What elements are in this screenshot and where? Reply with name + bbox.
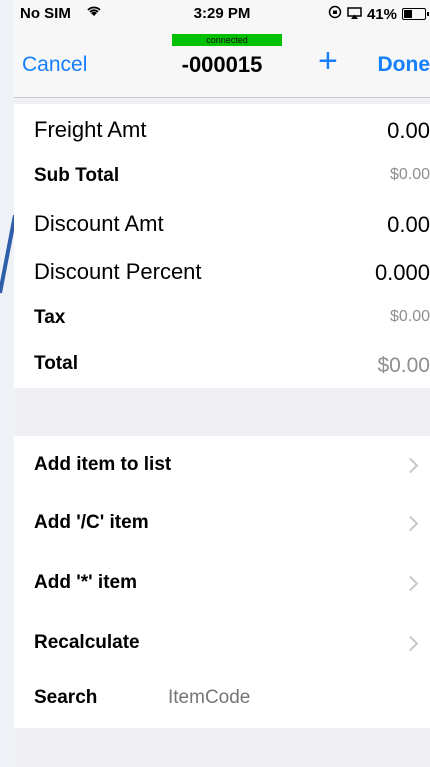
app-screen: No SIM 3:29 PM 41% connected Cancel -000…	[14, 0, 430, 767]
recalculate-row[interactable]: Recalculate	[14, 614, 430, 672]
tax-row: Tax $0.00	[14, 294, 430, 340]
row-value: 0.00	[387, 118, 430, 143]
row-label: Sub Total	[34, 165, 120, 186]
chevron-right-icon	[402, 515, 419, 532]
status-bar: No SIM 3:29 PM 41%	[14, 0, 430, 26]
row-value: $0.00	[377, 354, 430, 377]
totals-section: Freight Amt 0.00 Sub Total $0.00 Discoun…	[14, 104, 430, 388]
battery-percent: 41%	[366, 5, 397, 23]
discount-amt-row[interactable]: Discount Amt 0.00	[14, 198, 430, 246]
row-label: Freight Amt	[34, 117, 147, 142]
discount-percent-row[interactable]: Discount Percent 0.000	[14, 246, 430, 294]
search-row: Search	[14, 672, 430, 728]
add-item-to-list-row[interactable]: Add item to list	[14, 436, 430, 494]
item-code-search-input[interactable]	[168, 687, 368, 709]
row-label: Recalculate	[34, 632, 140, 653]
chevron-right-icon	[402, 575, 419, 592]
row-value: 0.00	[387, 212, 430, 237]
battery-icon	[402, 8, 429, 20]
connection-badge: connected	[172, 34, 282, 46]
row-value: $0.00	[389, 166, 430, 183]
add-c-item-row[interactable]: Add '/C' item	[14, 494, 430, 554]
chevron-right-icon	[402, 635, 419, 652]
sub-total-row: Sub Total $0.00	[14, 152, 430, 198]
row-value: $0.00	[389, 308, 430, 325]
row-label: Discount Amt	[34, 211, 164, 236]
add-star-item-row[interactable]: Add '*' item	[14, 554, 430, 614]
row-label: Add '*' item	[34, 572, 137, 593]
navigation-bar: connected Cancel -000015 + Done	[14, 26, 430, 98]
page-title: -000015	[181, 52, 263, 77]
search-label: Search	[34, 687, 98, 708]
airplay-icon	[347, 6, 362, 23]
row-label: Tax	[34, 307, 66, 328]
row-label: Add '/C' item	[34, 512, 149, 533]
row-label: Discount Percent	[34, 259, 202, 284]
row-label: Add item to list	[34, 454, 172, 475]
battery-level	[404, 10, 412, 18]
done-button[interactable]: Done	[378, 53, 430, 77]
row-value: 0.000	[374, 260, 430, 285]
actions-section: Add item to list Add '/C' item Add '*' i…	[14, 436, 430, 728]
add-button[interactable]: +	[318, 44, 338, 78]
chevron-right-icon	[402, 457, 419, 474]
total-row: Total $0.00	[14, 340, 430, 388]
row-label: Total	[34, 353, 78, 374]
orientation-lock-icon	[328, 5, 342, 23]
freight-amt-row[interactable]: Freight Amt 0.00	[14, 104, 430, 152]
